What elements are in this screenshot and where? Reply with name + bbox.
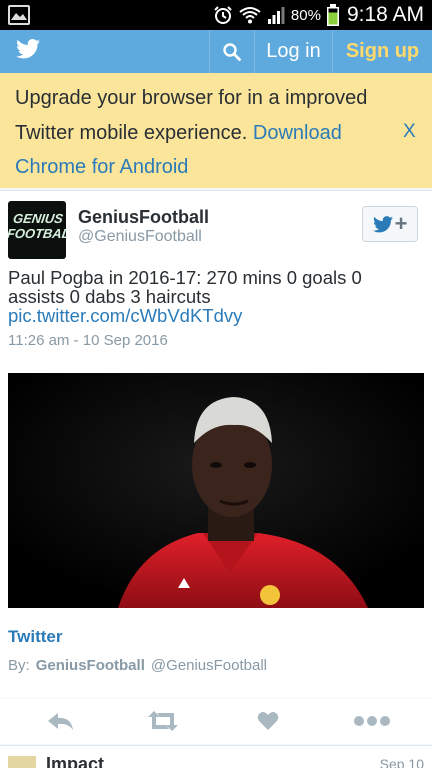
tweet-card: GENIUS FOOTBALL GeniusFootball @GeniusFoo… — [0, 190, 432, 698]
clock: 9:18 AM — [346, 3, 424, 26]
battery-icon — [326, 4, 339, 26]
card-source-link[interactable]: Twitter — [8, 627, 62, 647]
avatar[interactable]: GENIUS FOOTBALL — [8, 201, 66, 259]
battery-percent: 80% — [290, 6, 321, 24]
reply-button[interactable] — [40, 707, 80, 735]
tweet-photo[interactable] — [8, 373, 424, 608]
like-button[interactable] — [248, 707, 288, 735]
status-bar: 80% 9:18 AM — [0, 0, 432, 30]
card-by-label: By: — [8, 657, 30, 674]
login-link[interactable]: Log in — [255, 30, 332, 73]
more-button[interactable] — [352, 707, 392, 735]
heart-icon — [257, 712, 279, 730]
search-button[interactable] — [210, 30, 254, 73]
card-attribution: By: GeniusFootball @GeniusFootball — [8, 657, 267, 674]
signal-icon — [267, 7, 285, 24]
reply-icon — [48, 713, 73, 730]
card-by-handle[interactable]: @GeniusFootball — [151, 657, 267, 674]
display-name[interactable]: Impact — [46, 754, 104, 768]
card-by-name[interactable]: GeniusFootball — [36, 657, 145, 674]
username-handle[interactable]: @GeniusFootball — [78, 228, 202, 246]
avatar-logo-text: GENIUS FOOTBALL — [8, 211, 66, 241]
retweet-button[interactable] — [143, 707, 183, 735]
signup-link[interactable]: Sign up — [333, 30, 432, 73]
next-tweet[interactable]: Impact Sep 10 — [0, 745, 432, 768]
avatar[interactable] — [8, 756, 36, 768]
search-icon — [223, 42, 241, 61]
twitter-bird-icon — [372, 215, 393, 232]
banner-message: Upgrade your browser for in a improved T… — [15, 81, 395, 185]
tweet-date: Sep 10 — [379, 756, 424, 768]
upgrade-browser-banner: Upgrade your browser for in a improved T… — [0, 73, 432, 188]
twitter-bird-icon[interactable] — [16, 39, 40, 59]
tweet-body: Paul Pogba in 2016-17: 270 mins 0 goals … — [8, 267, 362, 307]
player-photo-illustration — [8, 373, 424, 608]
more-icon — [354, 716, 390, 726]
tweet-timestamp[interactable]: 11:26 am - 10 Sep 2016 — [8, 332, 168, 349]
plus-icon: + — [394, 211, 408, 236]
wifi-icon — [239, 7, 261, 24]
display-name[interactable]: GeniusFootball — [78, 207, 209, 228]
tweet-media-link[interactable]: pic.twitter.com/cWbVdKTdvy — [8, 305, 242, 326]
banner-close-button[interactable]: X — [403, 121, 416, 143]
alarm-icon — [214, 6, 232, 24]
retweet-icon — [148, 711, 178, 731]
follow-button[interactable]: + — [362, 206, 418, 242]
twitter-header: Log in Sign up — [0, 30, 432, 73]
tweet-text: Paul Pogba in 2016-17: 270 mins 0 goals … — [8, 268, 422, 325]
gallery-notification-icon — [8, 5, 30, 25]
tweet-actions — [0, 699, 432, 744]
